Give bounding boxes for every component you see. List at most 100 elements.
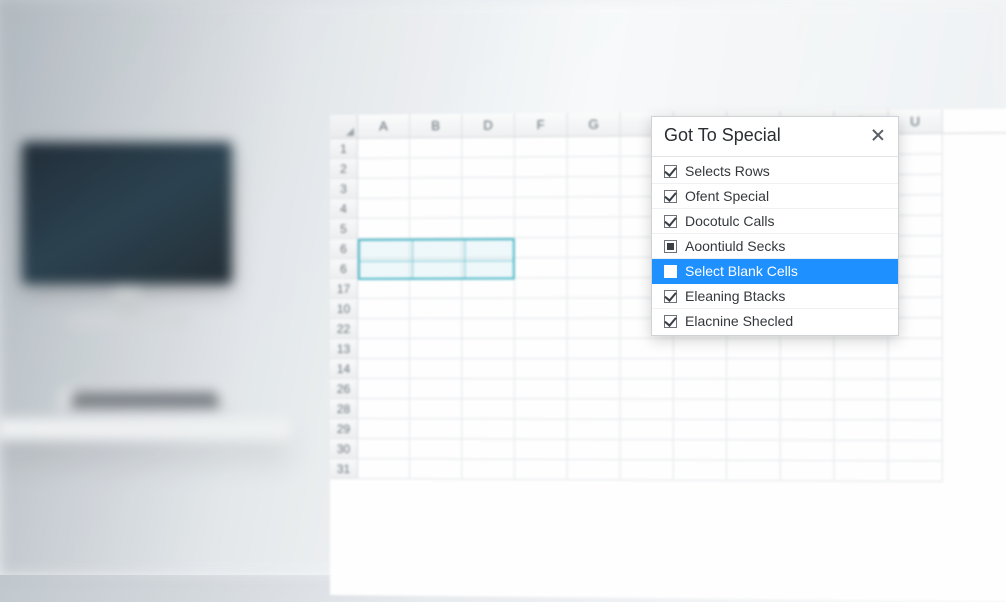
cell[interactable]: [358, 138, 410, 158]
cell[interactable]: [462, 299, 515, 319]
row-header[interactable]: 13: [330, 339, 358, 359]
cell[interactable]: [568, 339, 621, 359]
cell[interactable]: [462, 137, 515, 158]
checkbox-check-icon[interactable]: [664, 215, 677, 228]
row-header[interactable]: 30: [330, 439, 358, 459]
dialog-option[interactable]: Aoontiuld Secks: [652, 234, 898, 259]
cell[interactable]: [889, 441, 943, 462]
cell[interactable]: [727, 379, 781, 399]
cell[interactable]: [568, 197, 621, 218]
row-header[interactable]: 28: [330, 399, 358, 419]
cell[interactable]: [462, 319, 515, 339]
cell[interactable]: [621, 379, 674, 399]
column-header[interactable]: D: [462, 113, 515, 137]
cell[interactable]: [568, 278, 621, 298]
cell[interactable]: [515, 419, 568, 439]
cell[interactable]: [674, 460, 727, 481]
cell[interactable]: [462, 399, 515, 419]
cell[interactable]: [889, 380, 943, 401]
cell[interactable]: [410, 299, 462, 319]
checkbox-check-icon[interactable]: [664, 290, 677, 303]
dialog-option[interactable]: Ofent Special: [652, 184, 898, 209]
column-header[interactable]: B: [410, 114, 462, 138]
cell[interactable]: [358, 439, 410, 459]
row-header[interactable]: 31: [330, 459, 358, 479]
cell[interactable]: [515, 177, 568, 198]
column-header[interactable]: A: [358, 114, 410, 138]
cell[interactable]: [621, 339, 674, 359]
cell[interactable]: [515, 339, 568, 359]
column-header[interactable]: F: [515, 113, 568, 137]
cell[interactable]: [781, 379, 835, 399]
cell[interactable]: [621, 440, 674, 460]
row-header[interactable]: 4: [330, 199, 358, 219]
row-header[interactable]: 6: [330, 259, 358, 279]
cell[interactable]: [410, 218, 462, 238]
row-header[interactable]: 6: [330, 239, 358, 259]
cell[interactable]: [410, 158, 462, 178]
cell[interactable]: [462, 439, 515, 459]
cell[interactable]: [410, 198, 462, 218]
cell[interactable]: [834, 441, 888, 462]
cell[interactable]: [781, 359, 835, 379]
cell[interactable]: [515, 238, 568, 258]
cell[interactable]: [727, 359, 781, 379]
row-header[interactable]: 10: [330, 299, 358, 319]
cell[interactable]: [515, 258, 568, 278]
cell[interactable]: [515, 399, 568, 419]
cell[interactable]: [568, 399, 621, 419]
cell[interactable]: [410, 178, 462, 198]
cell[interactable]: [410, 138, 462, 159]
cell[interactable]: [568, 420, 621, 440]
cell[interactable]: [674, 440, 727, 460]
cell[interactable]: [834, 379, 888, 399]
row-header[interactable]: 29: [330, 419, 358, 439]
cell[interactable]: [889, 359, 943, 379]
cell[interactable]: [358, 399, 410, 419]
cell[interactable]: [781, 440, 835, 461]
cell[interactable]: [515, 298, 568, 318]
cell[interactable]: [462, 379, 515, 399]
cell[interactable]: [568, 359, 621, 379]
cell[interactable]: [889, 461, 943, 482]
row-header[interactable]: 26: [330, 379, 358, 399]
cell[interactable]: [621, 420, 674, 440]
cell[interactable]: [410, 279, 462, 299]
close-icon[interactable]: [870, 128, 886, 144]
dialog-option[interactable]: Select Blank Cells: [652, 259, 898, 284]
cell[interactable]: [568, 157, 621, 178]
cell[interactable]: [674, 420, 727, 440]
cell[interactable]: [889, 339, 943, 359]
cell[interactable]: [621, 359, 674, 379]
cell[interactable]: [515, 379, 568, 399]
row-header[interactable]: 2: [330, 159, 358, 179]
cell[interactable]: [781, 339, 835, 359]
cell[interactable]: [462, 419, 515, 439]
cell[interactable]: [358, 219, 410, 239]
cell[interactable]: [462, 339, 515, 359]
cell[interactable]: [358, 279, 410, 299]
row-header[interactable]: 1: [330, 139, 358, 159]
column-header[interactable]: G: [568, 112, 621, 136]
row-header[interactable]: 17: [330, 279, 358, 299]
select-all-triangle[interactable]: [330, 115, 358, 138]
cell[interactable]: [410, 419, 462, 439]
cell[interactable]: [727, 461, 781, 482]
cell[interactable]: [621, 399, 674, 419]
cell[interactable]: [568, 298, 621, 318]
cell[interactable]: [515, 137, 568, 158]
cell[interactable]: [358, 319, 410, 339]
checkbox-check-icon[interactable]: [664, 315, 677, 328]
cell[interactable]: [727, 339, 781, 359]
cell[interactable]: [410, 319, 462, 339]
cell[interactable]: [358, 339, 410, 359]
cell[interactable]: [515, 198, 568, 218]
dialog-option[interactable]: Eleaning Btacks: [652, 284, 898, 309]
checkbox-check-icon[interactable]: [664, 265, 677, 278]
cell[interactable]: [889, 420, 943, 441]
cell[interactable]: [358, 178, 410, 198]
cell[interactable]: [674, 379, 727, 399]
cell[interactable]: [568, 217, 621, 237]
cell-selection[interactable]: [358, 238, 515, 280]
cell[interactable]: [515, 157, 568, 178]
